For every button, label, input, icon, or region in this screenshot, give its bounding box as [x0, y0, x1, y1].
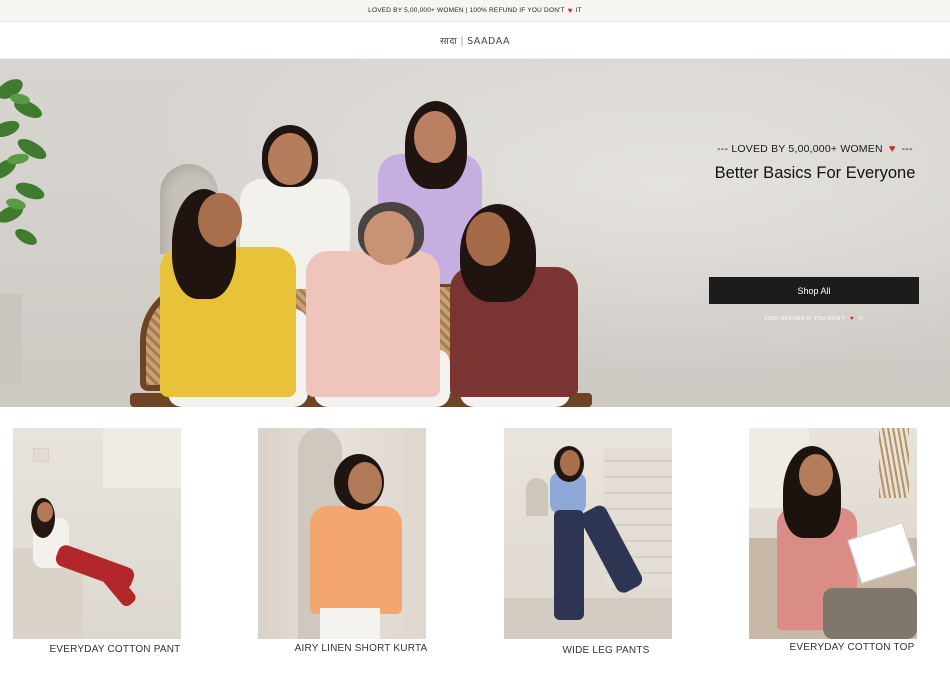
hero-copy: --- LOVED BY 5,00,000+ WOMEN ♥ --- Bette… [700, 143, 930, 183]
product-image[interactable] [749, 428, 917, 639]
logo-text: SAADAA [467, 35, 510, 47]
heart-icon: ♥ [850, 316, 854, 322]
product-title[interactable]: EVERYDAY COTTON PANT [5, 644, 225, 655]
hero-tagline: --- LOVED BY 5,00,000+ WOMEN ♥ --- [700, 143, 930, 155]
product-image[interactable] [258, 428, 426, 639]
plant-image [0, 79, 47, 245]
product-image[interactable] [13, 428, 181, 639]
product-grid: EVERYDAY COTTON PANT AIRY LINEN SHORT KU… [0, 407, 950, 696]
announcement-text-end: IT [575, 7, 582, 14]
hero-tagline-text: --- LOVED BY 5,00,000+ WOMEN [717, 143, 883, 155]
shop-all-button[interactable]: Shop All [709, 277, 919, 304]
site-header: सादा | SAADAA [0, 22, 950, 59]
refund-note-end: IT [858, 316, 864, 322]
product-title[interactable]: EVERYDAY COTTON TOP [742, 642, 950, 653]
hero-tagline-end: --- [901, 143, 913, 155]
plant-pot [0, 294, 22, 384]
refund-note: 100% REFUND IF YOU DON'T ♥ IT [709, 316, 919, 322]
product-card[interactable] [258, 428, 426, 639]
heart-icon: ♥ [567, 6, 573, 15]
announcement-bar: LOVED BY 5,00,000+ WOMEN | 100% REFUND I… [0, 0, 950, 22]
logo-separator: | [460, 35, 465, 47]
brand-logo[interactable]: सादा | SAADAA [440, 34, 510, 47]
hero-title: Better Basics For Everyone [714, 164, 916, 182]
product-card[interactable] [749, 428, 917, 639]
product-title[interactable]: AIRY LINEN SHORT KURTA [251, 643, 471, 654]
announcement-text: LOVED BY 5,00,000+ WOMEN | 100% REFUND I… [368, 7, 565, 14]
heart-icon: ♥ [888, 143, 896, 155]
product-title[interactable]: WIDE LEG PANTS [496, 645, 716, 656]
product-card[interactable] [504, 428, 672, 639]
product-image[interactable] [504, 428, 672, 639]
hero-banner[interactable]: --- LOVED BY 5,00,000+ WOMEN ♥ --- Bette… [0, 59, 950, 407]
product-card[interactable] [13, 428, 181, 639]
logo-hindi: सादा [440, 35, 458, 47]
refund-note-text: 100% REFUND IF YOU DON'T [764, 316, 846, 322]
